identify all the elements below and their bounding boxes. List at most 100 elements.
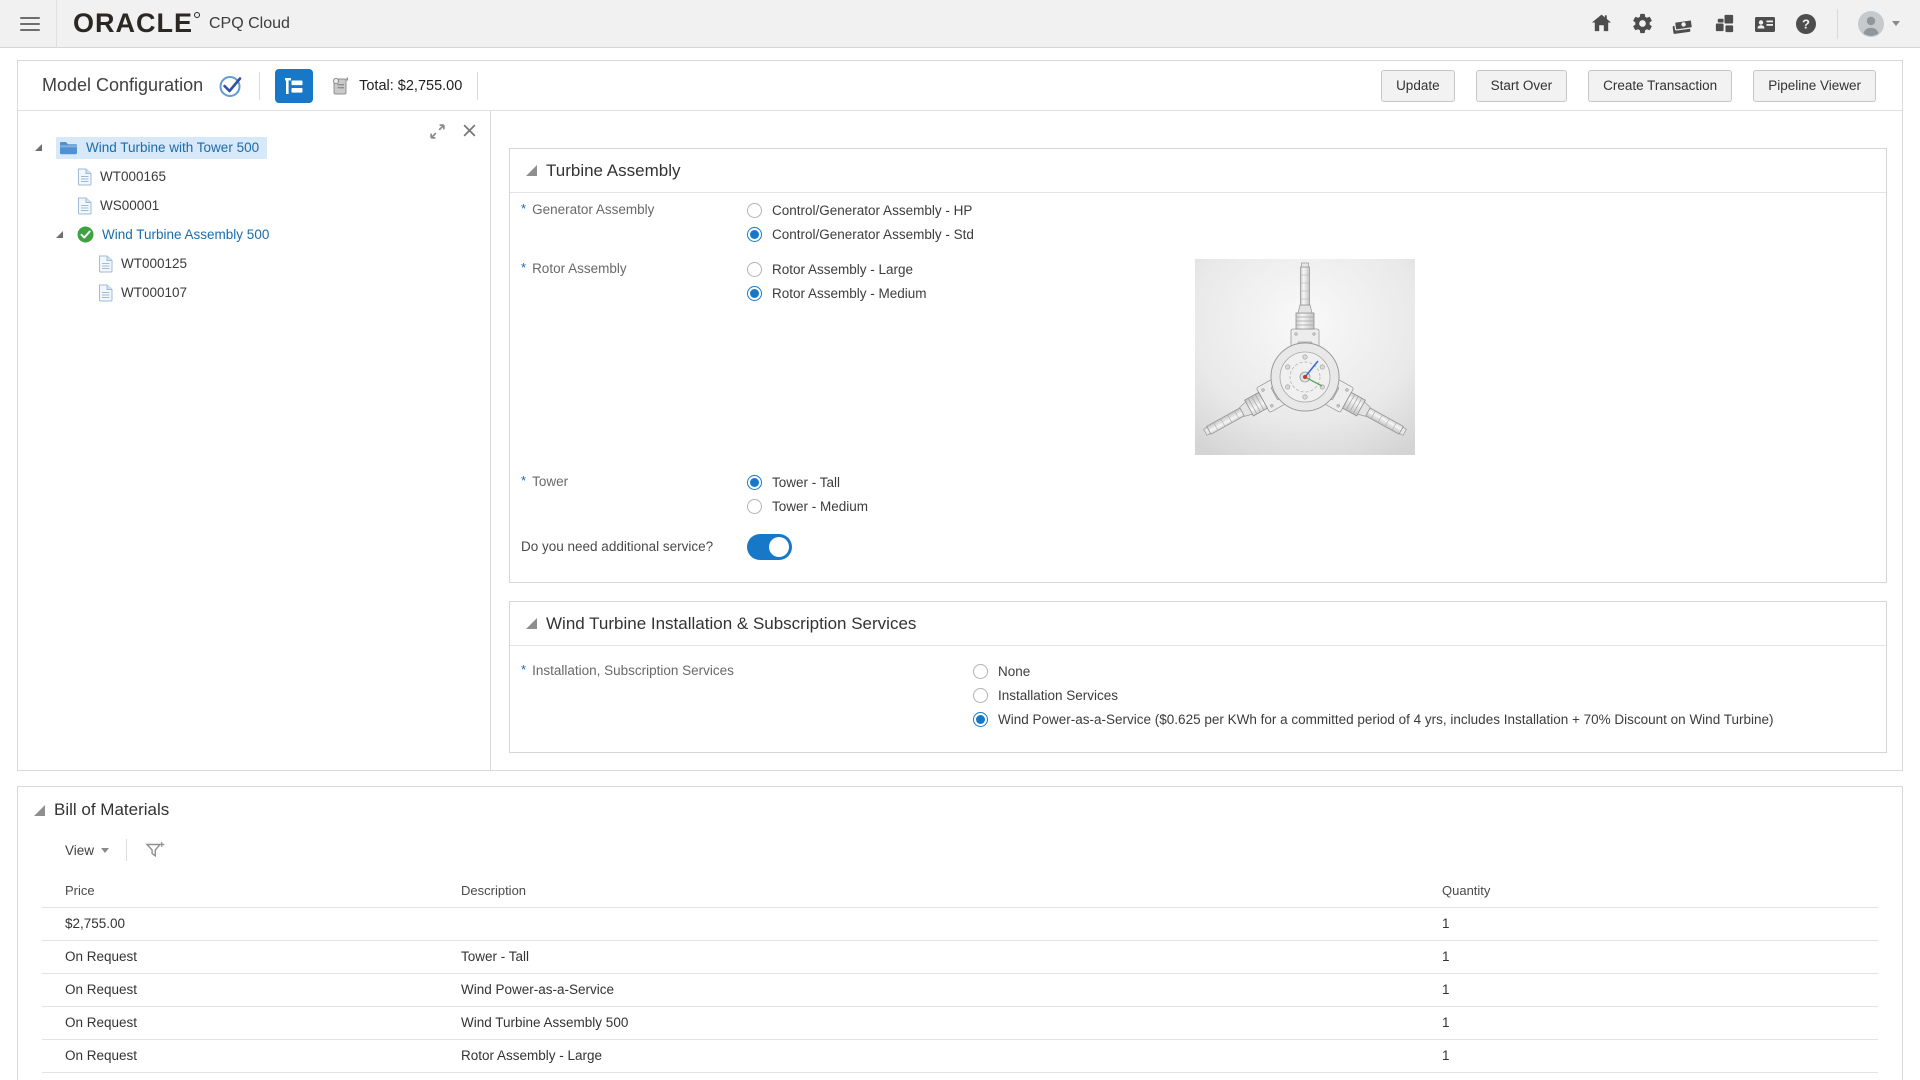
create-transaction-button[interactable]: Create Transaction bbox=[1588, 70, 1732, 102]
expand-panel-icon[interactable] bbox=[429, 123, 446, 140]
radio-option-label: Rotor Assembly - Medium bbox=[772, 286, 927, 301]
bill-of-materials-card: Bill of Materials View Price Description… bbox=[17, 786, 1903, 1080]
radio-option-none[interactable]: None bbox=[973, 659, 1773, 683]
pipeline-viewer-button[interactable]: Pipeline Viewer bbox=[1753, 70, 1876, 102]
bom-quantity: 1 bbox=[1442, 973, 1878, 1006]
bom-row[interactable]: On RequestWind Turbine Assembly 5001 bbox=[42, 1006, 1878, 1039]
close-panel-icon[interactable] bbox=[462, 123, 477, 140]
start-over-button[interactable]: Start Over bbox=[1476, 70, 1568, 102]
contact-card-icon[interactable] bbox=[1753, 12, 1777, 36]
additional-service-toggle[interactable] bbox=[747, 534, 792, 560]
radio-selected-icon[interactable] bbox=[973, 712, 988, 727]
required-asterisk: * bbox=[521, 658, 526, 682]
help-icon[interactable]: ? bbox=[1794, 12, 1818, 36]
tree-item-wt000125[interactable]: WT000125 bbox=[18, 249, 490, 278]
toggle-label: Do you need additional service? bbox=[521, 535, 747, 559]
rotor-assembly-preview-image bbox=[1195, 259, 1415, 455]
user-menu[interactable] bbox=[1857, 10, 1900, 38]
header-separator bbox=[1837, 9, 1838, 39]
bom-title: Bill of Materials bbox=[54, 800, 169, 820]
radio-option-tower-medium[interactable]: Tower - Medium bbox=[747, 494, 868, 518]
selected-highlight: Wind Turbine with Tower 500 bbox=[56, 137, 267, 159]
toolbar-divider bbox=[477, 72, 478, 100]
tree-item-wt000165[interactable]: WT000165 bbox=[18, 162, 490, 191]
header-divider bbox=[56, 0, 57, 48]
additional-service-row: Do you need additional service? bbox=[510, 534, 1886, 560]
section-header[interactable]: Turbine Assembly bbox=[510, 149, 1886, 193]
radio-option-label: Tower - Medium bbox=[772, 499, 868, 514]
model-tree-button[interactable] bbox=[275, 69, 313, 103]
field-label: *Rotor Assembly bbox=[521, 257, 747, 281]
tree-item-label: WT000107 bbox=[121, 285, 187, 300]
radio-option-tower-tall[interactable]: Tower - Tall bbox=[747, 470, 868, 494]
radio-unselected-icon[interactable] bbox=[747, 499, 762, 514]
menu-icon[interactable] bbox=[20, 17, 40, 31]
bom-row[interactable]: On RequestWind Power-as-a-Service1 bbox=[42, 973, 1878, 1006]
product-name: CPQ Cloud bbox=[209, 15, 290, 33]
tree-expand-arrow[interactable] bbox=[56, 231, 63, 238]
bom-header[interactable]: Bill of Materials bbox=[18, 787, 1902, 833]
radio-unselected-icon[interactable] bbox=[973, 688, 988, 703]
settings-icon[interactable] bbox=[1630, 12, 1654, 36]
section-header[interactable]: Wind Turbine Installation & Subscription… bbox=[510, 602, 1886, 646]
svg-text:?: ? bbox=[1802, 16, 1810, 31]
bom-quantity: 1 bbox=[1442, 1039, 1878, 1072]
tree-item-wind-turbine-assembly-500[interactable]: Wind Turbine Assembly 500 bbox=[18, 220, 490, 249]
bom-price: On Request bbox=[42, 1006, 461, 1039]
radio-option-rotor-assembly-large[interactable]: Rotor Assembly - Large bbox=[747, 257, 927, 281]
radio-option-label: Wind Power-as-a-Service ($0.625 per KWh … bbox=[998, 712, 1773, 727]
validate-check-icon[interactable] bbox=[217, 72, 244, 99]
view-dropdown[interactable]: View bbox=[65, 843, 109, 858]
radio-selected-icon[interactable] bbox=[747, 227, 762, 242]
radio-selected-icon[interactable] bbox=[747, 475, 762, 490]
radio-unselected-icon[interactable] bbox=[747, 203, 762, 218]
toolbar-buttons: Update Start Over Create Transaction Pipeli… bbox=[1381, 70, 1876, 102]
required-asterisk: * bbox=[521, 256, 526, 280]
radio-unselected-icon[interactable] bbox=[747, 262, 762, 277]
tree-item-label: Wind Turbine Assembly 500 bbox=[102, 227, 269, 242]
bom-row[interactable]: On RequestRotor Assembly - Large1 bbox=[42, 1039, 1878, 1072]
model-toolbar: Model Configuration Total: $2,755.00 Upd… bbox=[18, 61, 1902, 111]
bom-row[interactable]: On RequestTower - Tall1 bbox=[42, 940, 1878, 973]
commerce-icon[interactable] bbox=[1671, 12, 1695, 36]
radio-option-control-generator-assembly-hp[interactable]: Control/Generator Assembly - HP bbox=[747, 198, 974, 222]
model-configuration-card: Model Configuration Total: $2,755.00 Upd… bbox=[17, 60, 1903, 771]
radio-option-rotor-assembly-medium[interactable]: Rotor Assembly - Medium bbox=[747, 281, 927, 305]
radio-option-installation-services[interactable]: Installation Services bbox=[973, 683, 1773, 707]
bom-price: $2,755.00 bbox=[42, 907, 461, 940]
radio-option-wind-power-as-a-service-0-625-per-kwh-fo[interactable]: Wind Power-as-a-Service ($0.625 per KWh … bbox=[973, 707, 1773, 731]
bom-table: Price Description Quantity $2,755.001On … bbox=[42, 875, 1878, 1073]
tree-item-label: WT000125 bbox=[121, 256, 187, 271]
folder-icon bbox=[59, 140, 78, 156]
caret-down-icon bbox=[1892, 21, 1900, 26]
bom-row[interactable]: $2,755.00 1 bbox=[42, 907, 1878, 940]
collapse-triangle-icon bbox=[34, 805, 45, 816]
page-title: Model Configuration bbox=[42, 75, 203, 96]
bom-quantity: 1 bbox=[1442, 1006, 1878, 1039]
home-icon[interactable] bbox=[1589, 12, 1613, 36]
apps-icon[interactable] bbox=[1712, 12, 1736, 36]
radio-option-label: Rotor Assembly - Large bbox=[772, 262, 913, 277]
field-label: *Installation, Subscription Services bbox=[521, 659, 973, 683]
green-check-icon bbox=[77, 226, 94, 243]
radio-option-label: Control/Generator Assembly - Std bbox=[772, 227, 974, 242]
tree-item-wind-turbine-with-tower-500[interactable]: Wind Turbine with Tower 500 bbox=[18, 133, 490, 162]
view-label: View bbox=[65, 843, 94, 858]
radio-selected-icon[interactable] bbox=[747, 286, 762, 301]
update-button[interactable]: Update bbox=[1381, 70, 1455, 102]
bom-quantity: 1 bbox=[1442, 907, 1878, 940]
radio-option-control-generator-assembly-std[interactable]: Control/Generator Assembly - Std bbox=[747, 222, 974, 246]
bom-header-row: Price Description Quantity bbox=[42, 875, 1878, 907]
filter-add-icon[interactable] bbox=[144, 840, 166, 860]
bom-quantity: 1 bbox=[1442, 940, 1878, 973]
collapse-triangle-icon bbox=[526, 618, 537, 629]
tree-item-wt000107[interactable]: WT000107 bbox=[18, 278, 490, 307]
document-icon bbox=[77, 168, 92, 186]
tree-expand-arrow[interactable] bbox=[35, 144, 42, 151]
toggle-knob bbox=[769, 537, 789, 557]
bom-controls: View bbox=[18, 833, 1902, 867]
radio-unselected-icon[interactable] bbox=[973, 664, 988, 679]
bom-description bbox=[461, 907, 1442, 940]
column-header-description: Description bbox=[461, 875, 1442, 907]
tree-item-ws00001[interactable]: WS00001 bbox=[18, 191, 490, 220]
